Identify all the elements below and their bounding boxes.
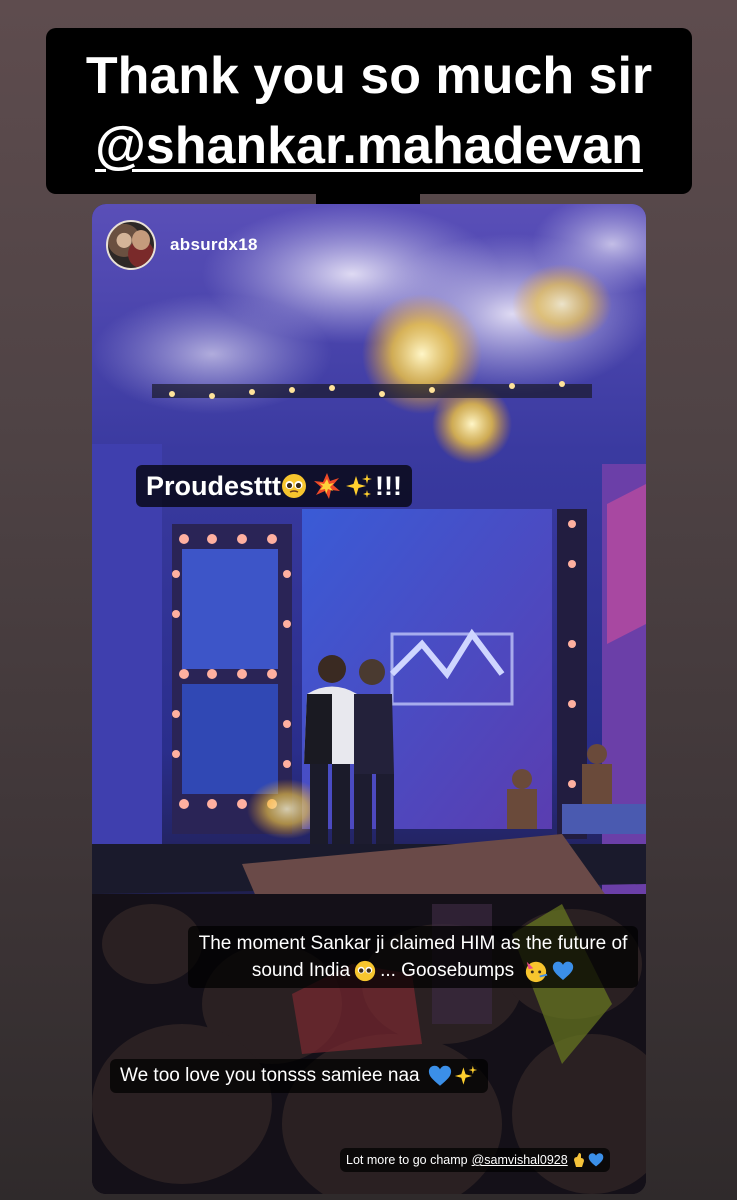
collision-icon bbox=[314, 473, 340, 499]
moment-line-2-after: ... Goosebumps bbox=[380, 960, 515, 981]
sparkles-icon bbox=[454, 1065, 477, 1085]
story-caption-sticker: Thank you so much sir @shankar.mahadevan bbox=[46, 28, 692, 194]
pleading-face-icon bbox=[354, 960, 376, 981]
mention-link[interactable]: @shankar.mahadevan bbox=[95, 117, 643, 175]
love-text: We too love you tonsss samiee naa bbox=[120, 1065, 420, 1086]
proud-text-sticker: Proudesttt !!! bbox=[136, 465, 412, 507]
blue-heart-icon bbox=[588, 1153, 603, 1167]
partying-face-icon bbox=[526, 961, 548, 982]
love-text-sticker: We too love you tonsss samiee naa bbox=[110, 1059, 488, 1093]
encouragement-text-sticker: Lot more to go champ @samvishal0928 bbox=[340, 1148, 610, 1172]
blue-heart-icon bbox=[553, 961, 574, 980]
sparkles-icon bbox=[346, 474, 372, 498]
blue-heart-icon bbox=[428, 1065, 451, 1086]
concert-photo bbox=[92, 204, 646, 1194]
pleading-face-icon bbox=[282, 474, 306, 498]
mention-link[interactable]: @samvishal0928 bbox=[472, 1153, 568, 1167]
pinched-hand-icon bbox=[573, 1153, 584, 1167]
story-author[interactable]: absurdx18 bbox=[106, 220, 258, 270]
proud-text: Proudesttt bbox=[146, 470, 281, 501]
username[interactable]: absurdx18 bbox=[170, 235, 258, 255]
caption-text: Thank you so much sir bbox=[85, 47, 653, 105]
encouragement-text: Lot more to go champ bbox=[346, 1153, 468, 1167]
avatar[interactable] bbox=[106, 220, 156, 270]
moment-line-1: The moment Sankar ji claimed HIM as the … bbox=[198, 933, 628, 954]
moment-line-2: sound India bbox=[251, 960, 351, 981]
proud-suffix: !!! bbox=[375, 470, 402, 501]
moment-text-sticker: The moment Sankar ji claimed HIM as the … bbox=[188, 926, 638, 988]
embedded-story-card[interactable]: absurdx18 Proudesttt !!! The moment Sank… bbox=[92, 204, 646, 1194]
